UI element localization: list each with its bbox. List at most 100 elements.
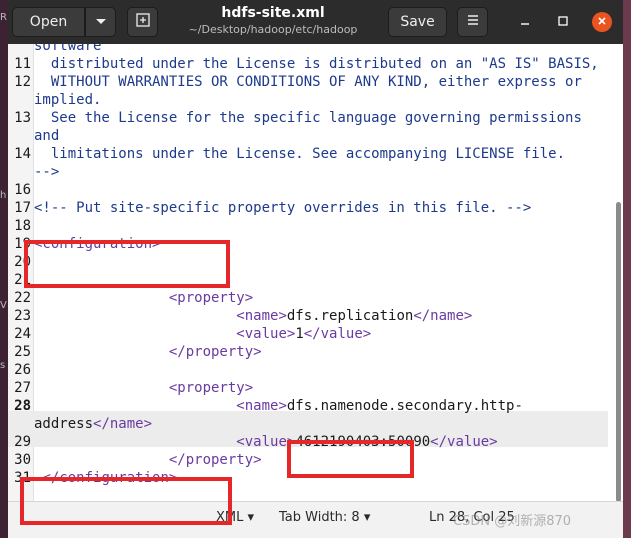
code-text[interactable]: <configuration> xyxy=(34,235,599,253)
language-label: XML xyxy=(216,510,244,525)
line-number: 23 xyxy=(14,308,31,324)
title-block: hdfs-site.xml ~/Desktop/hadoop/etc/hadoo… xyxy=(168,4,378,38)
code-line[interactable]: 26 xyxy=(8,361,599,379)
line-number: 14 xyxy=(14,146,31,162)
code-line[interactable]: 11 distributed under the License is dist… xyxy=(8,55,599,73)
edge-letter: s xyxy=(0,360,6,371)
line-number: 30 xyxy=(14,452,31,468)
code-text[interactable]: <!-- Put site-specific property override… xyxy=(34,199,599,217)
hamburger-menu-icon xyxy=(466,14,480,30)
edge-letter: V xyxy=(0,300,7,311)
maximize-button[interactable] xyxy=(554,13,572,31)
text-editor-window: Open hdfs-site.xml ~/Desktop/hadoop/etc/… xyxy=(8,0,623,538)
code-line[interactable]: 20 xyxy=(8,253,599,271)
close-button[interactable] xyxy=(592,12,612,32)
code-text[interactable]: </configuration> xyxy=(34,469,599,487)
code-line[interactable]: 29 <value>4612190403:50090</value> xyxy=(8,433,599,451)
code-line[interactable]: 30 </property> xyxy=(8,451,599,469)
code-line[interactable]: 24 <value>1</value> xyxy=(8,325,599,343)
code-line[interactable]: 14 limitations under the License. See ac… xyxy=(8,145,599,163)
code-text[interactable] xyxy=(34,271,599,289)
code-text[interactable]: --> xyxy=(34,163,599,181)
open-button-label: Open xyxy=(29,14,68,30)
maximize-icon xyxy=(558,15,568,29)
code-line[interactable]: 23 <name>dfs.replication</name> xyxy=(8,307,599,325)
code-text[interactable] xyxy=(34,253,599,271)
scrollbar-thumb[interactable] xyxy=(616,202,621,501)
line-number: 12 xyxy=(14,74,31,90)
code-text[interactable] xyxy=(34,217,599,235)
code-text[interactable]: limitations under the License. See accom… xyxy=(34,145,599,163)
save-button[interactable]: Save xyxy=(388,7,447,37)
tab-width-selector[interactable]: Tab Width: 8 ▾ xyxy=(279,510,370,525)
desktop-edge: R h V s xyxy=(0,0,8,538)
tab-width-label: Tab Width: 8 xyxy=(279,510,360,525)
line-number: 28 xyxy=(14,398,31,414)
line-number: 22 xyxy=(14,290,31,306)
chevron-down-icon: ▾ xyxy=(363,510,371,525)
code-line[interactable]: 17 <!-- Put site-specific property overri… xyxy=(8,199,599,217)
minimize-button[interactable] xyxy=(516,13,534,31)
line-number: 29 xyxy=(14,434,31,450)
code-line[interactable]: 18 xyxy=(8,217,599,235)
code-text[interactable]: See the License for the specific languag… xyxy=(34,109,599,145)
edge-letter: h xyxy=(0,190,7,201)
code-line[interactable]: software xyxy=(8,44,599,55)
status-bar: XML ▾ Tab Width: 8 ▾ Ln 28, Col 25 CSDN … xyxy=(8,501,623,538)
line-number: 31 xyxy=(14,470,31,486)
code-line[interactable]: 31 </configuration> xyxy=(8,469,599,487)
code-text[interactable]: </property> xyxy=(34,451,599,469)
menu-button[interactable] xyxy=(457,7,488,37)
code-text[interactable] xyxy=(34,181,599,199)
line-number: 17 xyxy=(14,200,31,216)
line-number: 11 xyxy=(14,56,31,72)
code-text[interactable]: <name>dfs.namenode.secondary.http-addres… xyxy=(34,397,599,433)
line-number: 21 xyxy=(14,272,31,288)
line-number: 18 xyxy=(14,218,31,234)
code-text[interactable]: <value>4612190403:50090</value> xyxy=(34,433,599,451)
line-number: 19 xyxy=(14,236,31,252)
code-line[interactable]: 28 <name>dfs.namenode.secondary.http-add… xyxy=(8,397,599,433)
code-line[interactable]: --> xyxy=(8,163,599,181)
code-text[interactable]: <property> xyxy=(34,289,599,307)
code-lines[interactable]: software 11 distributed under the License… xyxy=(8,44,599,487)
code-line[interactable]: 27 <property> xyxy=(8,379,599,397)
line-number: 20 xyxy=(14,254,31,270)
code-text[interactable]: <value>1</value> xyxy=(34,325,599,343)
edge-letter: R xyxy=(0,12,7,23)
code-text[interactable]: WITHOUT WARRANTIES OR CONDITIONS OF ANY … xyxy=(34,73,599,109)
chevron-down-icon: ▾ xyxy=(247,510,255,525)
code-line[interactable]: 16 xyxy=(8,181,599,199)
line-number: 13 xyxy=(14,110,31,126)
new-document-icon xyxy=(135,12,151,32)
code-text[interactable]: distributed under the License is distrib… xyxy=(34,55,599,73)
code-line[interactable]: 13 See the License for the specific lang… xyxy=(8,109,599,145)
save-button-label: Save xyxy=(400,14,435,30)
line-number: 26 xyxy=(14,362,31,378)
open-button[interactable]: Open xyxy=(12,7,85,37)
open-dropdown-button[interactable] xyxy=(85,7,116,37)
code-line[interactable]: 22 <property> xyxy=(8,289,599,307)
language-selector[interactable]: XML ▾ xyxy=(216,510,254,525)
code-text[interactable] xyxy=(34,361,599,379)
new-tab-button[interactable] xyxy=(127,7,158,37)
code-line[interactable]: 19 <configuration> xyxy=(8,235,599,253)
header-bar: Open hdfs-site.xml ~/Desktop/hadoop/etc/… xyxy=(8,0,623,44)
code-line[interactable]: 12 WITHOUT WARRANTIES OR CONDITIONS OF A… xyxy=(8,73,599,109)
code-line[interactable]: 21 xyxy=(8,271,599,289)
code-text[interactable]: <name>dfs.replication</name> xyxy=(34,307,599,325)
chevron-down-icon xyxy=(95,14,107,30)
line-number: 16 xyxy=(14,182,31,198)
text-editor-area[interactable]: software 11 distributed under the License… xyxy=(8,44,623,501)
close-icon xyxy=(597,15,607,30)
minimize-icon xyxy=(520,15,530,29)
line-number: 27 xyxy=(14,380,31,396)
window-subtitle: ~/Desktop/hadoop/etc/hadoop xyxy=(188,23,358,36)
code-text[interactable]: <property> xyxy=(34,379,599,397)
line-number: 25 xyxy=(14,344,31,360)
code-text[interactable]: </property> xyxy=(34,343,599,361)
line-number: 24 xyxy=(14,326,31,342)
code-text[interactable]: software xyxy=(34,44,599,55)
code-line[interactable]: 25 </property> xyxy=(8,343,599,361)
watermark-text: CSDN @刘新源870 xyxy=(453,514,572,529)
